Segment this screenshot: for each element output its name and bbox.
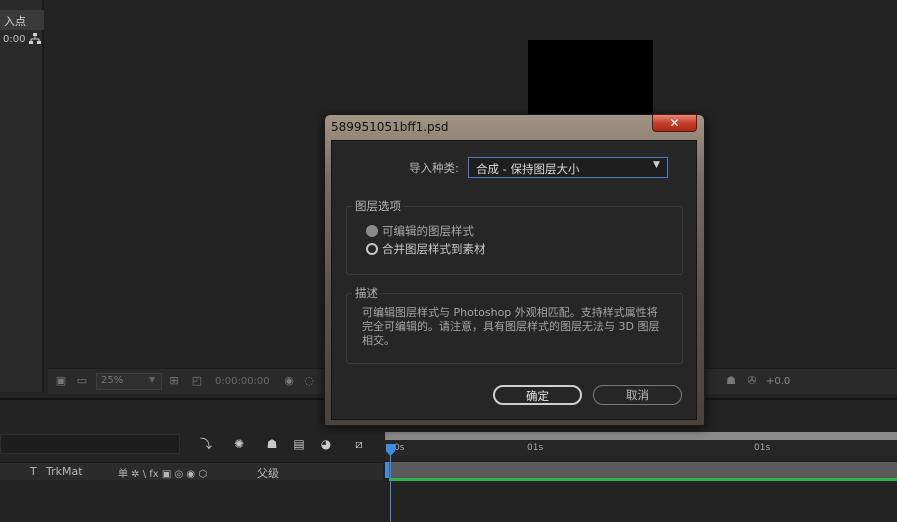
parent-column-header[interactable]: 父级 [257, 465, 279, 481]
motion-blur-icon[interactable]: ◕ [318, 436, 334, 452]
close-icon: ✕ [669, 116, 680, 130]
shy-layers-icon[interactable]: ☗ [264, 436, 280, 452]
description-title: 描述 [352, 285, 381, 301]
layer-in-marker[interactable] [385, 462, 389, 478]
dialog-body [331, 140, 697, 420]
editable-layer-styles-label[interactable]: 可编辑的图层样式 [382, 223, 474, 239]
chevron-down-icon: ▼ [149, 375, 156, 384]
flowchart-icon[interactable]: ☗ [724, 374, 738, 388]
import-kind-label: 导入种类: [409, 161, 459, 175]
hierarchy-icon[interactable] [29, 33, 41, 45]
exposure-value[interactable]: +0.0 [766, 376, 790, 387]
current-time-display[interactable]: 0:00:00:00 [215, 376, 270, 387]
draft-3d-icon[interactable]: ✺ [231, 436, 247, 452]
camera-icon[interactable]: ◉ [282, 374, 296, 388]
project-panel [0, 0, 44, 392]
display-icon[interactable]: ▭ [75, 374, 89, 388]
merge-layer-styles-label[interactable]: 合并图层样式到素材 [382, 241, 486, 257]
description-text: 可编辑图层样式与 Photoshop 外观相匹配。支持样式属性将完全可编辑的。请… [362, 306, 660, 347]
in-point-time: 0:00 [3, 34, 26, 45]
dialog-title: 589951051bff1.psd [331, 120, 449, 134]
after-effects-window: { "project_panel": { "header_label": "入点… [0, 0, 897, 522]
grid-icon[interactable]: ⊞ [167, 374, 181, 388]
merge-layer-styles-radio[interactable] [366, 243, 378, 255]
graph-editor-icon[interactable]: ⧄ [351, 436, 367, 452]
ok-button[interactable]: 确定 [493, 385, 582, 405]
track-line [389, 478, 897, 481]
close-button[interactable]: ✕ [652, 114, 697, 132]
monitor-icon[interactable]: ▣ [54, 374, 68, 388]
in-point-column-header[interactable]: 入点 [0, 10, 44, 30]
timeline-search-input[interactable] [0, 434, 180, 454]
ruler-tick-label: 01s [527, 443, 544, 453]
exposure-icon[interactable]: ✇ [745, 374, 759, 388]
editable-layer-styles-radio[interactable] [366, 225, 378, 237]
layer-duration-bar[interactable] [385, 462, 897, 478]
trkmat-column-header[interactable]: TrkMat [46, 465, 83, 478]
layer-options-title: 图层选项 [352, 198, 404, 214]
switches-column-header[interactable]: 单 ✲ \ fx ▣ ◎ ◉ ⬡ [118, 465, 207, 480]
channel-icon[interactable]: ◌ [302, 374, 316, 388]
frame-blending-icon[interactable]: ▤ [291, 436, 307, 452]
composition-canvas[interactable] [528, 40, 653, 116]
t-column-header[interactable]: T [30, 465, 37, 478]
import-kind-select[interactable]: 合成 - 保持图层大小 [468, 157, 668, 178]
ruler-tick-label: 01s [754, 443, 771, 453]
ruler-tick-label: 0s [394, 443, 405, 453]
work-area-bar[interactable] [385, 432, 897, 440]
cancel-button[interactable]: 取消 [593, 385, 682, 405]
mask-icon[interactable]: ◰ [190, 374, 204, 388]
chevron-down-icon: ▼ [653, 160, 660, 170]
composition-flowchart-icon[interactable]: ⤵ [198, 436, 214, 452]
